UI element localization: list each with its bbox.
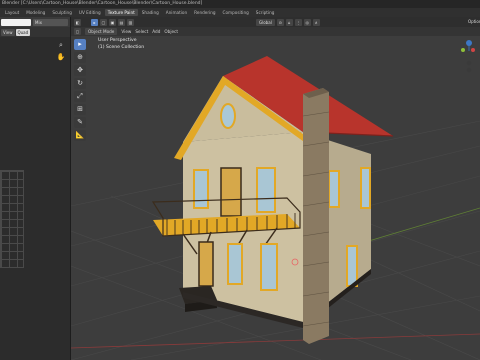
workspace-tabs: Layout Modeling Sculpting UV Editing Tex…: [0, 8, 480, 17]
tab-animation[interactable]: Animation: [163, 9, 190, 16]
mode-icon[interactable]: ◻: [74, 28, 81, 35]
perspective-label: User Perspective: [98, 38, 137, 43]
proportional-falloff-icon[interactable]: ∧: [312, 18, 320, 26]
select-extend-icon[interactable]: ▣: [109, 18, 116, 26]
tab-compositing[interactable]: Compositing: [220, 9, 252, 16]
pivot-icon[interactable]: ⊙: [276, 18, 284, 26]
editor-type-icon[interactable]: ◧: [74, 18, 81, 26]
lower-window-2: [260, 243, 278, 291]
menu-object[interactable]: Object: [164, 29, 178, 34]
view-button[interactable]: View: [1, 28, 15, 36]
menu-select[interactable]: Select: [135, 29, 148, 34]
x-axis-gizmo-icon[interactable]: [471, 48, 475, 52]
zoom-icon[interactable]: ⌕: [56, 40, 66, 50]
collection-label: (1) Scene Collection: [98, 45, 145, 50]
image-editor-header: Mix: [0, 17, 70, 27]
y-axis-gizmo-icon[interactable]: [461, 48, 465, 52]
menu-add[interactable]: Add: [152, 29, 160, 34]
image-editor-panel: Mix View Quad ⌕ ✋: [0, 17, 70, 360]
transform-orientation-dropdown[interactable]: Global: [256, 18, 275, 26]
chimney: [303, 88, 329, 344]
cursor-icon[interactable]: ⊕: [74, 52, 86, 63]
tab-texture-paint[interactable]: Texture Paint: [104, 9, 138, 16]
attic-round-window: [220, 103, 236, 129]
viewport-header: ◧ ▸ ▢ ▣ ▤ ▥ Global ⊙ ⌂ ⋮ ◎ ∧ Options: [71, 17, 480, 27]
blend-mode-dropdown[interactable]: Mix: [33, 18, 68, 26]
hand-pan-icon[interactable]: ✋: [56, 52, 66, 62]
uv-grid: [0, 170, 24, 268]
scene-render: [71, 56, 480, 360]
image-name-field[interactable]: [1, 18, 31, 26]
upper-window-left: [193, 169, 209, 209]
select-invert-icon[interactable]: ▥: [127, 18, 134, 26]
tab-modeling[interactable]: Modeling: [23, 9, 48, 16]
object-mode-dropdown[interactable]: Object Mode: [85, 28, 118, 35]
measure-icon[interactable]: 📐: [74, 130, 86, 141]
select-icon[interactable]: ▸: [74, 39, 86, 50]
select-box-icon[interactable]: ▢: [100, 18, 107, 26]
proportional-edit-icon[interactable]: ◎: [303, 18, 311, 26]
select-tool-icon[interactable]: ▸: [91, 18, 98, 26]
3d-viewport[interactable]: ◧ ▸ ▢ ▣ ▤ ▥ Global ⊙ ⌂ ⋮ ◎ ∧ Options ◻ O…: [71, 17, 480, 360]
window-title: Blender [C:\Users\Cartoon_House\Blender\…: [0, 0, 480, 8]
transform-icon[interactable]: ⊞: [74, 104, 86, 115]
image-editor-toolbar: View Quad: [0, 27, 70, 37]
tab-layout[interactable]: Layout: [2, 9, 22, 16]
viewport-menubar: ◻ Object Mode View Select Add Object: [71, 27, 480, 36]
tab-uv-editing[interactable]: UV Editing: [76, 9, 104, 16]
tab-sculpting[interactable]: Sculpting: [49, 9, 75, 16]
select-subtract-icon[interactable]: ▤: [118, 18, 125, 26]
options-button[interactable]: Options: [468, 17, 480, 27]
tab-rendering[interactable]: Rendering: [191, 9, 218, 16]
scale-icon[interactable]: ⤢: [74, 91, 86, 102]
side-window-upper-1: [328, 170, 340, 208]
pan-view-icon[interactable]: [466, 67, 472, 73]
tool-shelf: ▸ ⊕ ✥ ↻ ⤢ ⊞ ✎ 📐: [74, 39, 86, 143]
front-door: [198, 241, 214, 287]
menu-view[interactable]: View: [121, 29, 131, 34]
side-window-upper-2: [360, 167, 371, 209]
upper-door: [220, 167, 242, 217]
move-icon[interactable]: ✥: [74, 65, 86, 76]
tab-shading[interactable]: Shading: [139, 9, 162, 16]
tab-scripting[interactable]: Scripting: [253, 9, 278, 16]
snap-icon[interactable]: ⌂: [285, 18, 293, 26]
annotate-icon[interactable]: ✎: [74, 117, 86, 128]
lower-window-1: [227, 243, 243, 285]
zoom-view-icon[interactable]: [466, 60, 472, 66]
quad-button[interactable]: Quad: [15, 28, 31, 36]
image-editor-canvas[interactable]: [0, 37, 70, 360]
x-axis-line: [71, 333, 480, 349]
navigation-gizmo[interactable]: [458, 37, 478, 77]
rotate-icon[interactable]: ↻: [74, 78, 86, 89]
snap-settings-icon[interactable]: ⋮: [294, 18, 302, 26]
upper-window-right: [256, 167, 276, 213]
side-window-lower: [346, 245, 358, 287]
